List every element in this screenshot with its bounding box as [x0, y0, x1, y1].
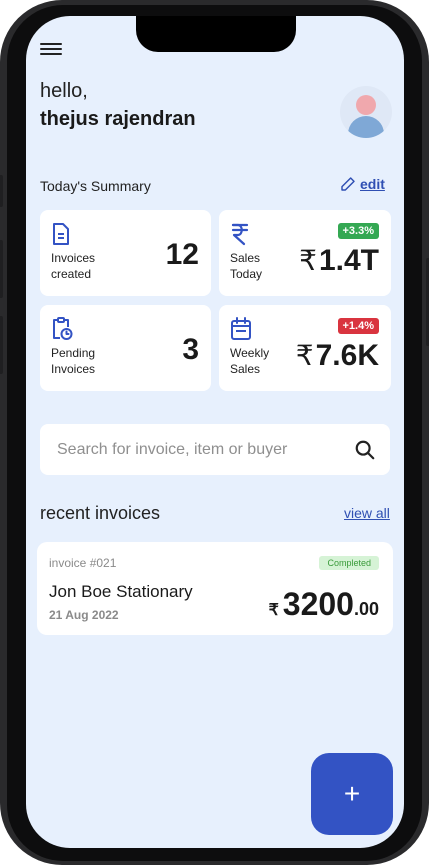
edit-summary-button[interactable]: edit — [340, 176, 385, 192]
amount-decimal: .00 — [353, 599, 379, 619]
add-invoice-button[interactable]: + — [311, 753, 393, 835]
invoice-card[interactable]: invoice #021 Completed Jon Boe Stationar… — [37, 542, 393, 635]
greeting-text: hello, — [40, 80, 88, 102]
plus-icon: + — [343, 778, 361, 809]
app-screen: hello, thejus rajendran Today's Summary … — [26, 16, 404, 848]
invoice-number: invoice #021 — [49, 556, 117, 570]
sales-today-card[interactable]: Sales Today +3.3% ₹1.4T — [219, 210, 391, 296]
summary-title: Today's Summary — [40, 178, 151, 194]
document-icon — [53, 223, 69, 245]
pending-invoices-label: Pending Invoices — [51, 346, 96, 376]
weekly-sales-label: Weekly Sales — [230, 346, 270, 376]
clipboard-clock-icon — [53, 317, 73, 340]
sales-today-value: ₹1.4T — [299, 244, 379, 277]
sales-today-label: Sales Today — [230, 251, 263, 281]
invoice-amount: ₹ 3200 .00 — [269, 586, 379, 623]
volume-up-button — [0, 240, 3, 298]
search-bar[interactable]: Search for invoice, item or buyer — [40, 424, 390, 475]
sales-today-change-badge: +3.3% — [337, 223, 379, 239]
silent-switch — [0, 175, 3, 207]
weekly-sales-change-badge: +1.4% — [337, 318, 379, 334]
invoices-created-card[interactable]: Invoices created 12 — [40, 210, 211, 296]
recent-invoices-title: recent invoices — [40, 503, 161, 523]
camera-notch — [136, 16, 296, 52]
currency-symbol: ₹ — [299, 245, 317, 276]
currency-symbol: ₹ — [295, 340, 314, 371]
phone-frame: hello, thejus rajendran Today's Summary … — [0, 0, 429, 865]
search-icon[interactable] — [354, 439, 376, 461]
currency-symbol: ₹ — [268, 602, 279, 619]
invoice-date: 21 Aug 2022 — [49, 608, 119, 622]
pending-invoices-value: 3 — [182, 333, 199, 366]
buyer-name: Jon Boe Stationary — [49, 582, 193, 601]
invoices-created-label: Invoices created — [51, 251, 96, 281]
pencil-icon — [341, 177, 355, 191]
hamburger-menu-icon[interactable] — [40, 40, 62, 58]
amount-main: 3200 — [282, 586, 354, 622]
rupee-icon — [231, 223, 249, 246]
edit-label: edit — [360, 176, 385, 192]
weekly-sales-value: ₹7.6K — [295, 339, 379, 372]
search-placeholder: Search for invoice, item or buyer — [57, 441, 288, 458]
volume-down-button — [0, 316, 3, 374]
user-name: thejus rajendran — [40, 108, 196, 130]
view-all-link[interactable]: view all — [344, 505, 390, 521]
weekly-sales-card[interactable]: Weekly Sales +1.4% ₹7.6K — [219, 305, 391, 391]
status-badge: Completed — [319, 556, 379, 570]
pending-invoices-card[interactable]: Pending Invoices 3 — [40, 305, 211, 391]
calendar-icon — [231, 317, 251, 340]
avatar[interactable] — [340, 86, 392, 138]
invoices-created-value: 12 — [165, 238, 199, 271]
